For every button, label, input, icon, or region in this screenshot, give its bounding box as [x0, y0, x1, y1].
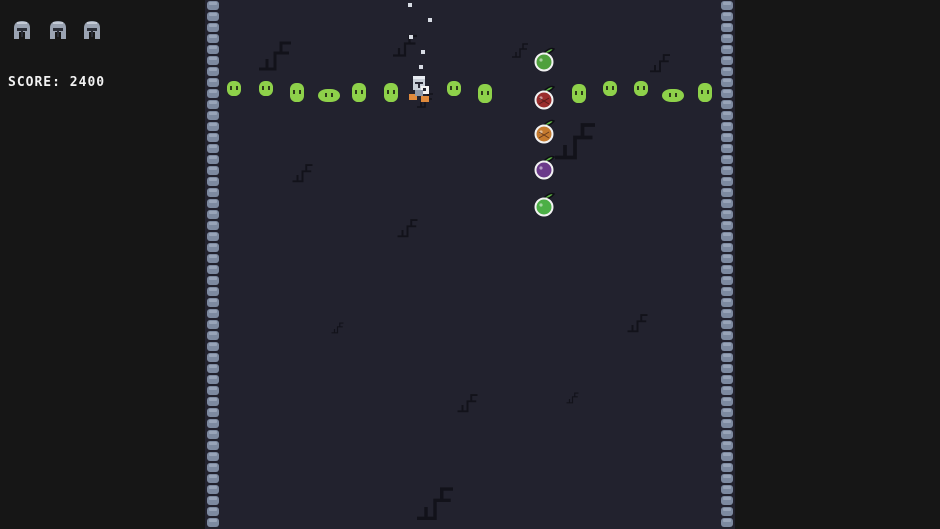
game-arena: [205, 0, 735, 529]
grapes-icon: [534, 155, 556, 180]
floor-crack: [627, 314, 648, 333]
floor-crack: [331, 322, 344, 334]
right-side-panel: [735, 0, 940, 529]
slime-enemy: [634, 81, 648, 96]
slime-enemy: [384, 83, 398, 102]
slime-enemy: [352, 83, 366, 102]
floor-crack: [566, 392, 579, 404]
slime-enemy: [478, 84, 492, 103]
right-stone-wall: [721, 1, 733, 527]
knight-player-icon: [409, 76, 429, 102]
knight-helmet-icon: [14, 21, 30, 39]
floor-crack: [397, 219, 418, 238]
apple-icon: [534, 192, 556, 217]
slime-enemy: [447, 81, 461, 96]
bubble-particle: [408, 3, 412, 7]
bubble-particle: [428, 18, 432, 22]
floor-crack: [393, 34, 417, 57]
pear-icon: [534, 47, 556, 72]
strawberry-icon: [534, 85, 556, 110]
floor-crack: [650, 54, 670, 73]
slime-enemy: [698, 83, 712, 102]
pineapple-icon: [534, 119, 556, 144]
floor-crack: [292, 164, 313, 183]
knight-helmet-icon: [50, 21, 66, 39]
slime-enemy: [290, 83, 304, 102]
knight-helmet-icon: [84, 21, 100, 39]
bubble-particle: [409, 35, 413, 39]
score-display: SCORE: 2400: [8, 75, 106, 90]
floor-crack: [417, 487, 453, 520]
slime-enemy: [259, 81, 273, 96]
left-stone-wall: [207, 1, 219, 527]
slime-enemy: [227, 81, 241, 96]
slime-enemy: [318, 89, 340, 102]
slime-enemy: [572, 84, 586, 103]
bubble-particle: [419, 65, 423, 69]
bubble-particle: [421, 50, 425, 54]
slime-enemy: [662, 89, 684, 102]
floor-crack: [457, 394, 478, 413]
floor-crack: [259, 41, 291, 71]
slime-enemy: [603, 81, 617, 96]
hud-panel: SCORE: 2400: [0, 0, 205, 529]
